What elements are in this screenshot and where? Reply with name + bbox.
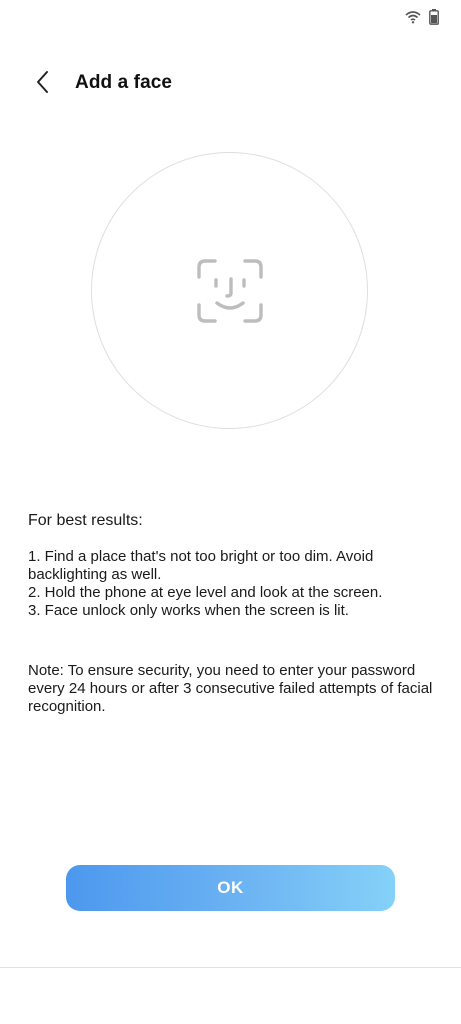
instructions-title: For best results: [28,512,143,529]
instruction-step: 1. Find a place that's not too bright or… [28,548,374,583]
battery-icon [429,8,439,30]
chevron-left-icon [35,70,51,99]
instructions-list: 1. Find a place that's not too bright or… [28,548,438,620]
instruction-step: 3. Face unlock only works when the scree… [28,602,349,619]
page-title: Add a face [75,72,173,93]
face-scan-icon [196,258,264,324]
wifi-icon [405,10,421,29]
back-button[interactable] [25,66,61,102]
instructions-section: For best results: 1. Find a place that's… [28,512,438,716]
status-bar [405,8,439,30]
bottom-divider [0,967,461,968]
instruction-step: 2. Hold the phone at eye level and look … [28,584,383,601]
header: Add a face [0,60,461,108]
security-note: Note: To ensure security, you need to en… [28,662,433,715]
ok-button[interactable]: OK [66,865,395,911]
